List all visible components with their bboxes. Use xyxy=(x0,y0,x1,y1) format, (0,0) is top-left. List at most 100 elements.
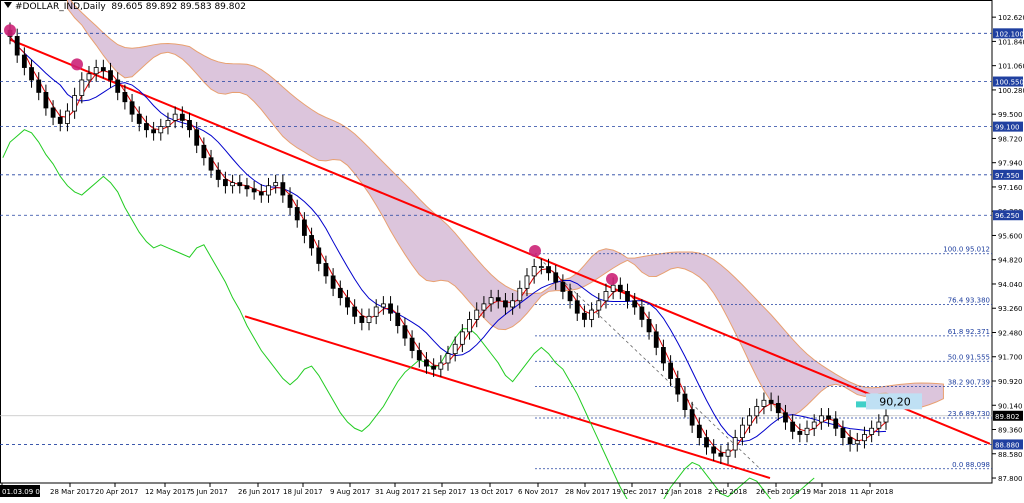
time-tick-label: 6 Nov 2017 xyxy=(518,488,558,496)
chikou-span-line xyxy=(2,129,815,503)
channel-lower-line xyxy=(244,315,771,479)
ichimoku-cloud xyxy=(66,0,944,417)
candle-body xyxy=(273,182,279,187)
price-level-label: 100.550 xyxy=(995,79,1024,87)
candle-body xyxy=(553,272,559,283)
candle-body xyxy=(115,79,121,93)
price-tick-label: 90.140 xyxy=(998,402,1023,410)
candle-body xyxy=(187,119,192,131)
candle-body xyxy=(826,415,831,420)
candle-body xyxy=(165,119,171,128)
candle-body xyxy=(431,365,437,370)
price-tick-label: 87.800 xyxy=(998,475,1023,483)
candle-body xyxy=(474,309,480,320)
candle-body xyxy=(452,343,458,355)
candle-body xyxy=(409,337,415,351)
fib-label: 38.2 90.739 xyxy=(948,379,990,387)
candle-body xyxy=(668,362,673,379)
time-tick-label: 26 Feb 2018 xyxy=(756,488,800,496)
candle-body xyxy=(632,300,638,308)
candle-body xyxy=(503,300,508,308)
price-level-label: 96.250 xyxy=(995,212,1020,220)
candle-body xyxy=(158,126,164,134)
candle-body xyxy=(610,284,616,292)
fib-label: 23.6 89.730 xyxy=(948,410,990,418)
candle-body xyxy=(208,157,214,171)
candle-body xyxy=(424,359,429,367)
target-zone xyxy=(856,401,866,408)
price-chart[interactable]: 100.0 95.012 76.4 93.380 61.8 92.371 50.0 9… xyxy=(0,0,1024,503)
candle-body xyxy=(560,281,566,292)
ohlc-values: 89.605 89.892 89.583 89.802 xyxy=(111,2,246,12)
candle-body xyxy=(230,182,235,187)
candle-body xyxy=(129,101,135,115)
candle-body xyxy=(179,113,185,121)
channel-upper-line xyxy=(9,38,991,445)
candle-body xyxy=(811,421,817,429)
price-tick-label: 90.920 xyxy=(998,378,1023,386)
candle-body xyxy=(416,350,422,361)
candle-body xyxy=(790,421,796,432)
candle-body xyxy=(531,266,537,277)
candle-body xyxy=(36,79,42,93)
candle-body xyxy=(258,191,264,196)
candle-body xyxy=(136,113,142,124)
candle-body xyxy=(373,306,379,317)
candle-body xyxy=(675,378,681,395)
candle-body xyxy=(266,185,271,196)
candle-body xyxy=(495,297,501,302)
candle-body xyxy=(653,331,659,348)
price-tick-label: 89.360 xyxy=(998,427,1023,435)
candle-body xyxy=(438,362,444,370)
candle-body xyxy=(661,347,666,364)
fib-label: 76.4 93.380 xyxy=(948,296,990,304)
time-tick-label: 13 Oct 2017 xyxy=(470,488,513,496)
candle-body xyxy=(582,312,587,320)
candle-body xyxy=(366,315,372,323)
time-tick-label: 12 May 2017 xyxy=(145,488,191,496)
candle-body xyxy=(725,449,731,457)
candle-body xyxy=(646,319,652,333)
plot-frame xyxy=(0,0,993,484)
candle-body xyxy=(617,284,623,292)
candle-body xyxy=(488,297,494,305)
candle-body xyxy=(524,275,530,289)
candle-body xyxy=(244,185,250,190)
price-tick-label: 100.280 xyxy=(998,87,1024,95)
candle-body xyxy=(754,406,760,417)
candle-body xyxy=(345,297,350,308)
price-level-label: 97.550 xyxy=(995,172,1020,180)
candle-body xyxy=(847,437,853,445)
time-tick-label: 31 Aug 2017 xyxy=(375,488,420,496)
swing-high-marker xyxy=(71,58,83,71)
candle-body xyxy=(79,79,85,96)
candle-body xyxy=(704,437,709,448)
candle-body xyxy=(280,182,286,196)
candle-body xyxy=(625,291,630,302)
candle-body xyxy=(194,129,200,146)
candle-body xyxy=(57,116,63,124)
time-tick-label: 19 Dec 2017 xyxy=(612,488,657,496)
candle-body xyxy=(21,54,27,68)
candle-body xyxy=(395,312,401,327)
candle-body xyxy=(739,424,745,438)
time-tick-label: 2 Feb 2018 xyxy=(708,488,747,496)
candle-body xyxy=(309,235,314,249)
candle-body xyxy=(201,144,207,159)
candle-body xyxy=(29,67,34,81)
candle-body xyxy=(775,402,781,414)
candle-body xyxy=(237,182,243,187)
price-tick-label: 93.260 xyxy=(998,305,1023,313)
candle-body xyxy=(783,412,788,423)
candle-body xyxy=(223,179,228,187)
fib-label: 100.0 95.012 xyxy=(943,246,990,254)
candle-body xyxy=(869,427,875,435)
candle-body xyxy=(876,421,882,429)
chart-canvas[interactable]: 100.0 95.012 76.4 93.380 61.8 92.371 50.0 9… xyxy=(0,0,1024,503)
candle-body xyxy=(481,303,487,311)
candle-body xyxy=(818,415,824,423)
candle-body xyxy=(747,415,752,426)
candle-body xyxy=(323,263,329,277)
candle-body xyxy=(301,219,307,236)
symbol-label: #DOLLAR_IND,Daily xyxy=(15,2,106,12)
